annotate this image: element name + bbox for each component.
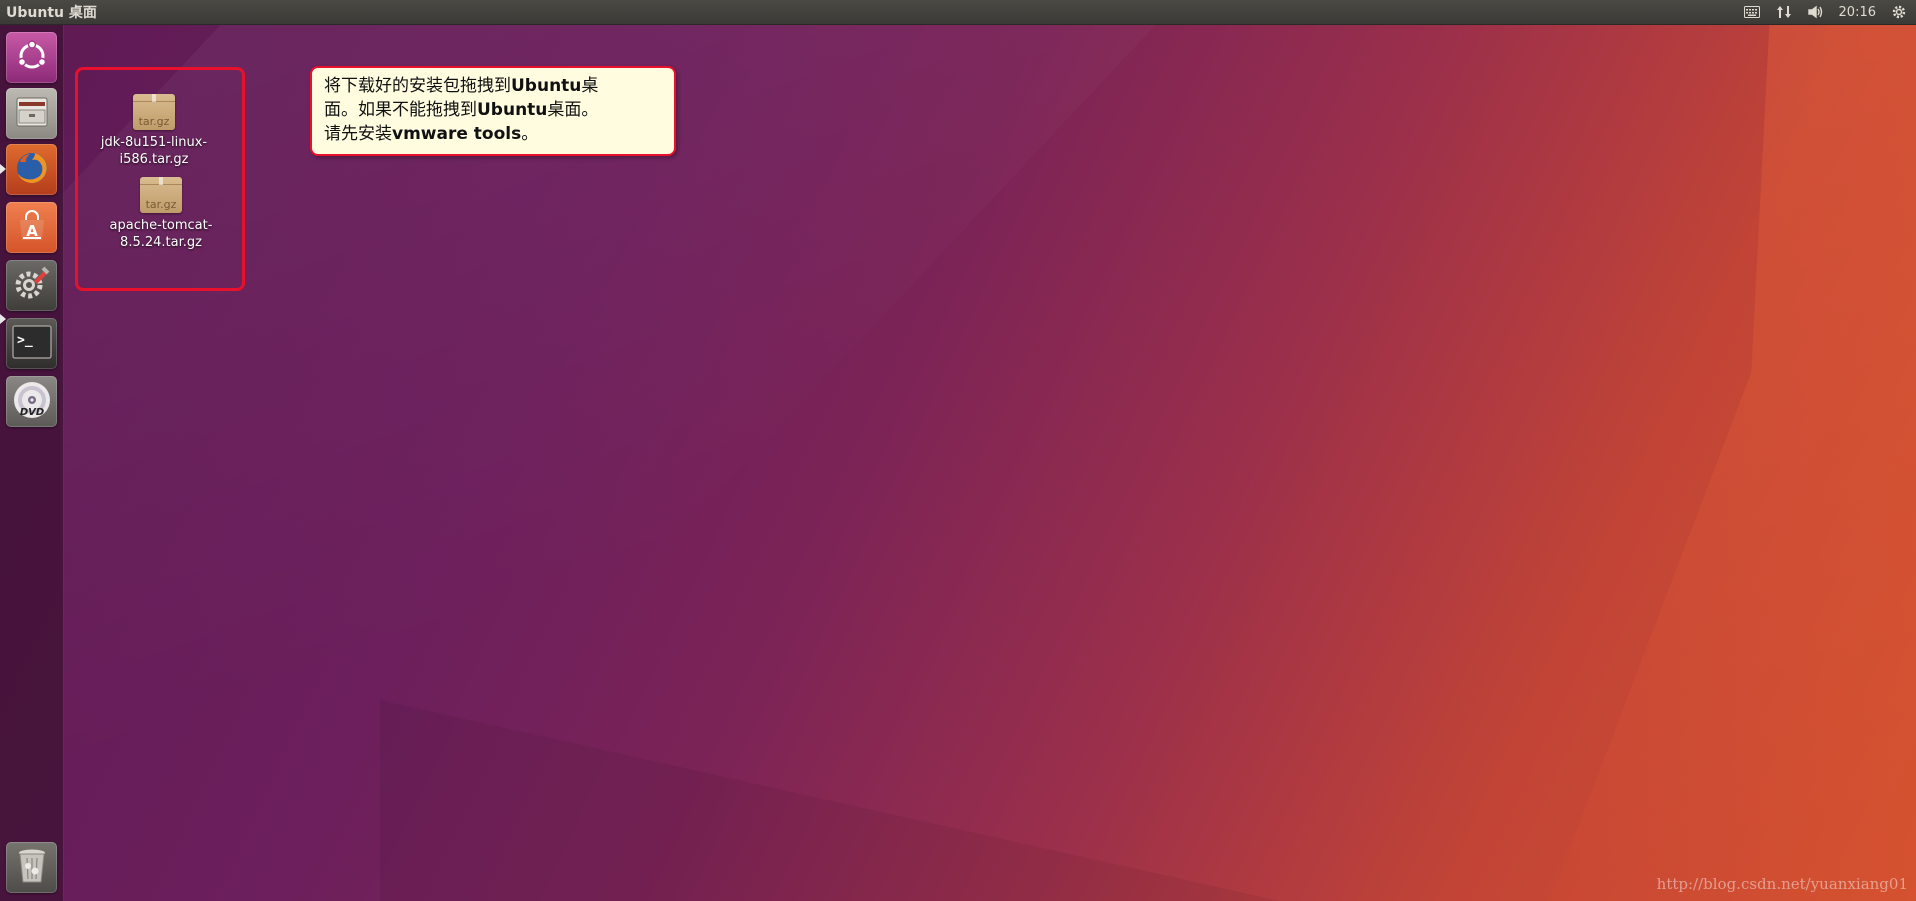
dvd-icon: DVD xyxy=(11,379,53,425)
file-name-line1: jdk-8u151-linux- xyxy=(100,135,208,150)
firefox-icon xyxy=(12,148,52,192)
top-panel: Ubuntu 桌面 20:16 xyxy=(0,0,1916,25)
settings-wrench-icon xyxy=(12,264,52,308)
launcher-item-system-settings[interactable] xyxy=(6,260,57,311)
callout-line-1: 将下载好的安装包拖拽到Ubuntu桌 xyxy=(324,76,599,96)
desktop-file-jdk[interactable]: tar.gz jdk-8u151-linux- i586.tar.gz xyxy=(94,94,214,168)
clock[interactable]: 20:16 xyxy=(1839,5,1876,20)
launcher-item-terminal[interactable]: >_ xyxy=(6,318,57,369)
launcher-item-files[interactable] xyxy=(6,88,57,139)
file-name-line1: apache-tomcat- xyxy=(109,218,213,233)
gear-icon[interactable] xyxy=(1890,4,1908,20)
volume-icon[interactable] xyxy=(1807,4,1825,20)
terminal-icon: >_ xyxy=(11,324,52,363)
file-name-line2: i586.tar.gz xyxy=(119,152,189,167)
launcher-item-software-center[interactable]: A xyxy=(6,202,57,253)
archive-icon: tar.gz xyxy=(140,177,182,213)
launcher: A >_ DVD xyxy=(0,24,64,901)
watermark: http://blog.csdn.net/yuanxiang01 xyxy=(1656,875,1908,893)
launcher-item-dvd[interactable]: DVD xyxy=(6,376,57,427)
launcher-item-firefox[interactable] xyxy=(6,144,57,195)
system-tray: 20:16 xyxy=(1743,4,1908,20)
svg-text:DVD: DVD xyxy=(19,407,43,418)
archive-badge: tar.gz xyxy=(138,115,170,128)
file-cabinet-icon xyxy=(14,94,50,134)
svg-text:>_: >_ xyxy=(17,333,33,348)
software-bag-icon: A xyxy=(14,208,50,248)
network-icon[interactable] xyxy=(1775,4,1793,20)
launcher-item-trash[interactable] xyxy=(6,842,57,893)
archive-badge: tar.gz xyxy=(145,198,177,211)
window-title: Ubuntu 桌面 xyxy=(6,5,97,21)
launcher-item-dash[interactable] xyxy=(6,32,57,83)
callout-line-3: 请先安装vmware tools。 xyxy=(324,124,539,144)
trash-icon xyxy=(14,846,50,890)
desktop-file-tomcat[interactable]: tar.gz apache-tomcat- 8.5.24.tar.gz xyxy=(101,177,221,251)
instruction-callout: 将下载好的安装包拖拽到Ubuntu桌 面。如果不能拖拽到Ubuntu桌面。 请先… xyxy=(310,66,676,156)
file-name-line2: 8.5.24.tar.gz xyxy=(120,235,202,250)
ubuntu-logo-icon xyxy=(15,39,49,77)
keyboard-icon[interactable] xyxy=(1743,4,1761,20)
archive-icon: tar.gz xyxy=(133,94,175,130)
callout-line-2: 面。如果不能拖拽到Ubuntu桌面。 xyxy=(324,100,599,120)
